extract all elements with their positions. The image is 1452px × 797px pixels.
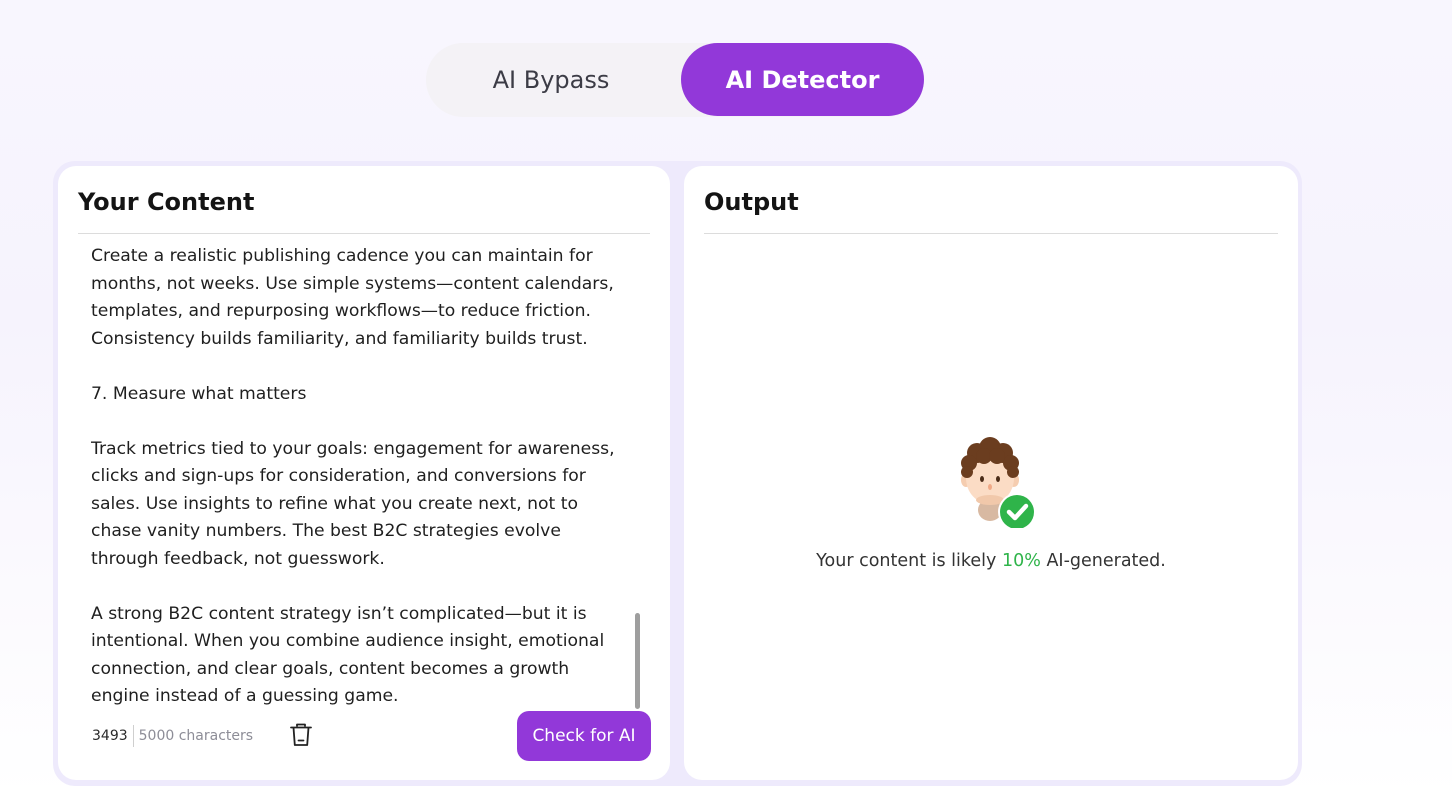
content-textarea[interactable]: Create a realistic publishing cadence yo… <box>91 243 621 711</box>
content-paragraph: A strong B2C content strategy isn’t comp… <box>91 603 605 707</box>
content-scrollbar[interactable] <box>635 613 640 709</box>
output-panel: Output Your content is likely 10% AI-gen… <box>684 166 1298 780</box>
trash-icon[interactable] <box>290 723 312 747</box>
detection-result: Your content is likely 10% AI-generated. <box>684 551 1298 571</box>
divider <box>704 233 1278 234</box>
result-percent: 10% <box>1001 551 1041 571</box>
content-paragraph: 7. Measure what matters <box>91 383 307 404</box>
avatar-check-icon <box>961 437 1036 528</box>
content-paragraph: Create a realistic publishing cadence yo… <box>91 246 614 349</box>
result-suffix: AI-generated. <box>1040 551 1166 571</box>
input-panel: Your Content Create a realistic publishi… <box>58 166 670 780</box>
mode-tabs: AI Bypass AI Detector <box>426 43 924 117</box>
content-paragraph: Track metrics tied to your goals: engage… <box>91 438 615 569</box>
tab-ai-bypass[interactable]: AI Bypass <box>426 43 676 116</box>
output-panel-title: Output <box>704 188 799 216</box>
result-prefix: Your content is likely <box>816 551 1002 571</box>
character-counter: 3493 5000 characters <box>92 725 253 747</box>
check-for-ai-button[interactable]: Check for AI <box>517 711 651 761</box>
divider <box>78 233 650 234</box>
char-limit: 5000 characters <box>138 728 254 744</box>
char-count: 3493 <box>92 725 134 747</box>
tab-ai-detector[interactable]: AI Detector <box>681 43 924 116</box>
input-panel-title: Your Content <box>78 188 255 216</box>
